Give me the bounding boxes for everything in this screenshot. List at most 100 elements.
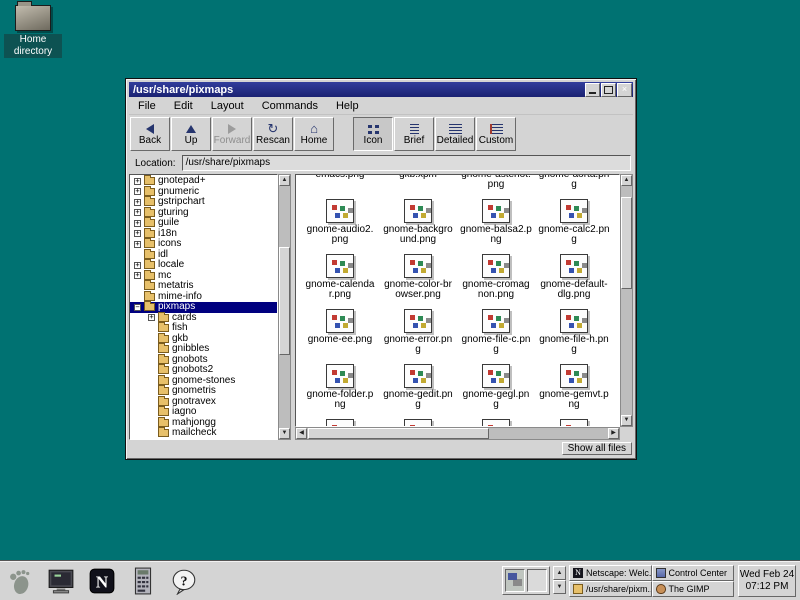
pager-desktop-2[interactable] bbox=[527, 569, 547, 592]
scroll-down-icon[interactable]: ▼ bbox=[279, 428, 290, 439]
files-scrollbar-track[interactable] bbox=[621, 186, 632, 415]
home-button[interactable]: ⌂Home bbox=[294, 117, 334, 151]
file-item[interactable]: gnome-aorta.png bbox=[535, 174, 613, 197]
tree-item-mailcheck[interactable]: mailcheck bbox=[130, 428, 277, 439]
file-item[interactable]: gnome-calendar.png bbox=[301, 252, 379, 307]
task-button-netscape[interactable]: NNetscape: Welc... bbox=[569, 565, 652, 581]
tree-item-gnobots2[interactable]: gnobots2 bbox=[130, 365, 277, 376]
files-h-scrollbar[interactable]: ◀ ▶ bbox=[295, 427, 620, 440]
tree-item-cards[interactable]: +cards bbox=[130, 313, 277, 324]
rescan-button[interactable]: ↻Rescan bbox=[253, 117, 293, 151]
file-item[interactable]: gnome-cromagnon.png bbox=[457, 252, 535, 307]
maximize-button[interactable] bbox=[601, 83, 616, 97]
file-item[interactable] bbox=[457, 417, 535, 427]
forward-button[interactable]: Forward bbox=[212, 117, 252, 151]
tree-item-gstripchart[interactable]: +gstripchart bbox=[130, 197, 277, 208]
tree-item-gnibbles[interactable]: gnibbles bbox=[130, 344, 277, 355]
desktop-icon-home[interactable]: Home directory bbox=[4, 5, 62, 59]
file-item[interactable] bbox=[535, 417, 613, 427]
launcher-calculator[interactable] bbox=[127, 565, 159, 597]
detailed-button[interactable]: Detailed bbox=[435, 117, 475, 151]
menu-layout[interactable]: Layout bbox=[202, 99, 253, 113]
tree-scrollbar[interactable]: ▲ ▼ bbox=[278, 174, 291, 440]
file-item[interactable]: gnome-background.png bbox=[379, 197, 457, 252]
file-item[interactable] bbox=[301, 417, 379, 427]
task-button-gimp[interactable]: The GIMP bbox=[652, 581, 735, 597]
minimize-button[interactable] bbox=[585, 83, 600, 97]
scroll-up-icon[interactable]: ▲ bbox=[279, 175, 290, 186]
panel-clock[interactable]: Wed Feb 24 07:12 PM bbox=[738, 565, 796, 597]
expand-toggle-icon[interactable]: + bbox=[134, 188, 141, 195]
scroll-right-icon[interactable]: ▶ bbox=[608, 428, 619, 439]
menu-edit[interactable]: Edit bbox=[165, 99, 202, 113]
tree-scrollbar-thumb[interactable] bbox=[279, 247, 290, 356]
tree-item-i18n[interactable]: +i18n bbox=[130, 229, 277, 240]
menu-help[interactable]: Help bbox=[327, 99, 368, 113]
files-h-scrollbar-thumb[interactable] bbox=[308, 428, 489, 439]
menu-commands[interactable]: Commands bbox=[253, 99, 327, 113]
file-item[interactable] bbox=[379, 417, 457, 427]
file-item[interactable]: gnome-calc2.png bbox=[535, 197, 613, 252]
icon-button[interactable]: Icon bbox=[353, 117, 393, 151]
tree-item-locale[interactable]: +locale bbox=[130, 260, 277, 271]
launcher-terminal[interactable] bbox=[45, 565, 77, 597]
expand-toggle-icon[interactable]: + bbox=[134, 220, 141, 227]
tree-item-guile[interactable]: +guile bbox=[130, 218, 277, 229]
file-item[interactable]: gnome-gedit.png bbox=[379, 362, 457, 417]
tree-scrollbar-track[interactable] bbox=[279, 186, 290, 428]
expand-toggle-icon[interactable]: + bbox=[134, 272, 141, 279]
pager-desktop-1[interactable] bbox=[505, 569, 525, 592]
files-scrollbar[interactable]: ▲ ▼ bbox=[620, 174, 633, 427]
collapse-toggle-icon[interactable]: − bbox=[134, 304, 141, 311]
tree-item-fish[interactable]: fish bbox=[130, 323, 277, 334]
tasklist-down-button[interactable]: ▼ bbox=[553, 580, 566, 594]
file-item[interactable]: gnome-asteriot.png bbox=[457, 174, 535, 197]
file-item[interactable]: gnome-color-browser.png bbox=[379, 252, 457, 307]
expand-toggle-icon[interactable]: + bbox=[134, 241, 141, 248]
file-item[interactable]: gnome-file-h.png bbox=[535, 307, 613, 362]
tree-item-metatris[interactable]: metatris bbox=[130, 281, 277, 292]
tree-item-mc[interactable]: +mc bbox=[130, 271, 277, 282]
tree-item-pixmaps[interactable]: −pixmaps bbox=[130, 302, 277, 313]
scroll-up-icon[interactable]: ▲ bbox=[621, 175, 632, 186]
expand-toggle-icon[interactable]: + bbox=[134, 262, 141, 269]
file-item[interactable]: emacs.png bbox=[301, 174, 379, 197]
titlebar[interactable]: /usr/share/pixmaps × bbox=[129, 82, 633, 97]
up-button[interactable]: Up bbox=[171, 117, 211, 151]
tree-item-gnometris[interactable]: gnometris bbox=[130, 386, 277, 397]
desktop-pager[interactable] bbox=[502, 566, 550, 595]
files-h-scrollbar-track[interactable] bbox=[307, 428, 608, 439]
close-button[interactable]: × bbox=[617, 83, 632, 97]
file-item[interactable]: gnome-gemvt.png bbox=[535, 362, 613, 417]
custom-button[interactable]: Custom bbox=[476, 117, 516, 151]
expand-toggle-icon[interactable]: + bbox=[134, 209, 141, 216]
files-scrollbar-thumb[interactable] bbox=[621, 197, 632, 289]
launcher-netscape[interactable]: N bbox=[86, 565, 118, 597]
tree-item-icons[interactable]: +icons bbox=[130, 239, 277, 250]
location-input[interactable]: /usr/share/pixmaps bbox=[182, 155, 631, 171]
launcher-main-menu[interactable] bbox=[4, 565, 36, 597]
file-item[interactable]: gnome-error.png bbox=[379, 307, 457, 362]
expand-toggle-icon[interactable]: + bbox=[134, 199, 141, 206]
back-button[interactable]: Back bbox=[130, 117, 170, 151]
tree-item-gnotepad+[interactable]: +gnotepad+ bbox=[130, 176, 277, 187]
tasklist-up-button[interactable]: ▲ bbox=[553, 566, 566, 580]
expand-toggle-icon[interactable]: + bbox=[134, 178, 141, 185]
tree-item-gturing[interactable]: +gturing bbox=[130, 208, 277, 219]
menu-file[interactable]: File bbox=[129, 99, 165, 113]
file-item[interactable]: gnome-gegl.png bbox=[457, 362, 535, 417]
file-item[interactable]: gnome-ee.png bbox=[301, 307, 379, 362]
file-item[interactable]: gnome-file-c.png bbox=[457, 307, 535, 362]
file-item[interactable]: gkb.xpm bbox=[379, 174, 457, 197]
launcher-help[interactable]: ? bbox=[168, 565, 200, 597]
file-item[interactable]: gnome-folder.png bbox=[301, 362, 379, 417]
file-item[interactable]: gnome-default-dlg.png bbox=[535, 252, 613, 307]
tree-item-mime-info[interactable]: mime-info bbox=[130, 292, 277, 303]
brief-button[interactable]: Brief bbox=[394, 117, 434, 151]
show-all-files-button[interactable]: Show all files bbox=[562, 442, 632, 455]
task-button-folder[interactable]: /usr/share/pixm... bbox=[569, 581, 652, 597]
expand-toggle-icon[interactable]: + bbox=[148, 314, 155, 321]
scroll-down-icon[interactable]: ▼ bbox=[621, 415, 632, 426]
file-item[interactable]: gnome-balsa2.png bbox=[457, 197, 535, 252]
tree-item-idl[interactable]: idl bbox=[130, 250, 277, 261]
